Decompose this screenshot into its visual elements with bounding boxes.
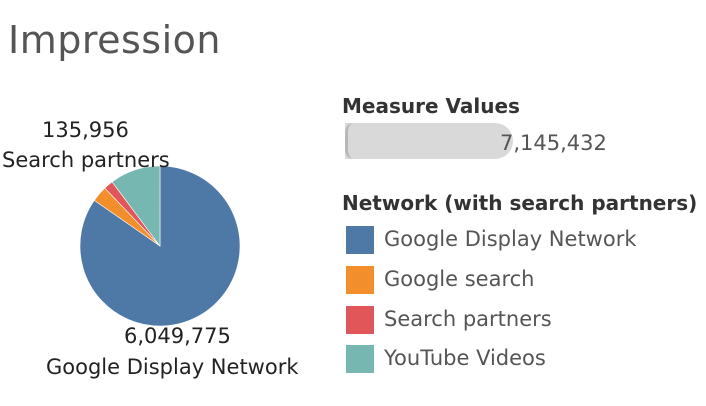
legend-swatch <box>346 226 374 254</box>
chart-title: Impression <box>8 18 221 62</box>
measure-values-bar[interactable] <box>345 123 513 159</box>
measure-values-value: 7,145,432 <box>500 131 607 155</box>
measure-values-title: Measure Values <box>342 94 520 118</box>
legend-label: Google Display Network <box>384 227 637 251</box>
legend-label: YouTube Videos <box>384 346 546 370</box>
label-search-partners-name: Search partners <box>2 148 170 172</box>
legend-swatch <box>346 345 374 373</box>
legend-label: Google search <box>384 267 535 291</box>
label-gdn-name: Google Display Network <box>46 355 299 379</box>
label-gdn-value: 6,049,775 <box>124 324 231 348</box>
legend-swatch <box>346 266 374 294</box>
legend-label: Search partners <box>384 307 552 331</box>
legend-swatch <box>346 306 374 334</box>
legend-title: Network (with search partners) <box>342 191 698 215</box>
label-search-partners-value: 135,956 <box>42 118 129 142</box>
